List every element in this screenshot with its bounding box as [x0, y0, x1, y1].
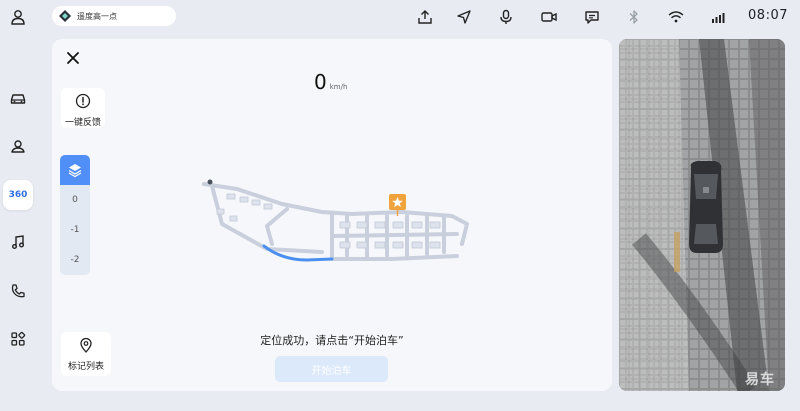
surround-camera-view[interactable]: 易车: [619, 39, 785, 391]
search-pill-text: 遥度高一点: [77, 11, 117, 21]
status-bar: 遥度高一点 08:07: [0, 0, 800, 34]
music-icon[interactable]: [9, 233, 27, 251]
start-parking-button[interactable]: 开始泊车: [275, 356, 388, 382]
signal-icon: [712, 13, 725, 23]
assistant-logo-icon: [59, 10, 71, 22]
floor-option-0[interactable]: 0: [60, 185, 90, 215]
marker-list-label: 标记列表: [67, 362, 104, 372]
upload-icon[interactable]: [416, 8, 434, 26]
apps-grid-icon[interactable]: [9, 330, 27, 348]
alert-circle-icon: [75, 93, 91, 109]
clock: 08:07: [748, 8, 788, 23]
close-icon[interactable]: [64, 49, 82, 67]
bluetooth-icon[interactable]: [625, 8, 643, 26]
layers-button[interactable]: [60, 155, 90, 185]
current-location-icon: [207, 179, 213, 185]
user-icon[interactable]: [9, 8, 27, 26]
camera-record-icon[interactable]: [540, 8, 558, 26]
positioning-hint: 定位成功，请点击“开始泊车”: [260, 334, 404, 347]
voice-search-pill[interactable]: 遥度高一点: [52, 6, 176, 26]
microphone-icon[interactable]: [497, 8, 515, 26]
feedback-label: 一键反馈: [64, 118, 101, 128]
feedback-button[interactable]: 一键反馈: [61, 88, 105, 128]
message-icon[interactable]: [583, 8, 601, 26]
speed-value: 0: [314, 70, 327, 94]
parking-lot-map[interactable]: [192, 164, 482, 274]
floor-selector: 0 -1 -2: [60, 155, 90, 275]
speed-readout: 0 km/h: [314, 70, 347, 94]
watermark-text: 易车: [745, 372, 775, 388]
camera-feed-image: [619, 39, 785, 391]
surround-view-label: 360: [8, 190, 28, 200]
ego-vehicle-icon: [689, 161, 723, 253]
layers-icon: [68, 164, 82, 178]
wifi-icon[interactable]: [667, 8, 685, 26]
driver-profile-icon[interactable]: [9, 137, 27, 155]
floor-option-minus-1[interactable]: -1: [60, 215, 90, 245]
phone-icon[interactable]: [9, 282, 27, 300]
parking-map-panel: 0 km/h 一键反馈 0 -1 -2 标记列表 定位成功，请点击“开始泊车” …: [52, 39, 612, 391]
car-icon[interactable]: [9, 89, 27, 107]
surround-view-360-icon[interactable]: 360: [3, 180, 33, 210]
floor-option-minus-2[interactable]: -2: [60, 245, 90, 275]
speed-unit: km/h: [329, 83, 348, 91]
navigation-icon[interactable]: [455, 8, 473, 26]
